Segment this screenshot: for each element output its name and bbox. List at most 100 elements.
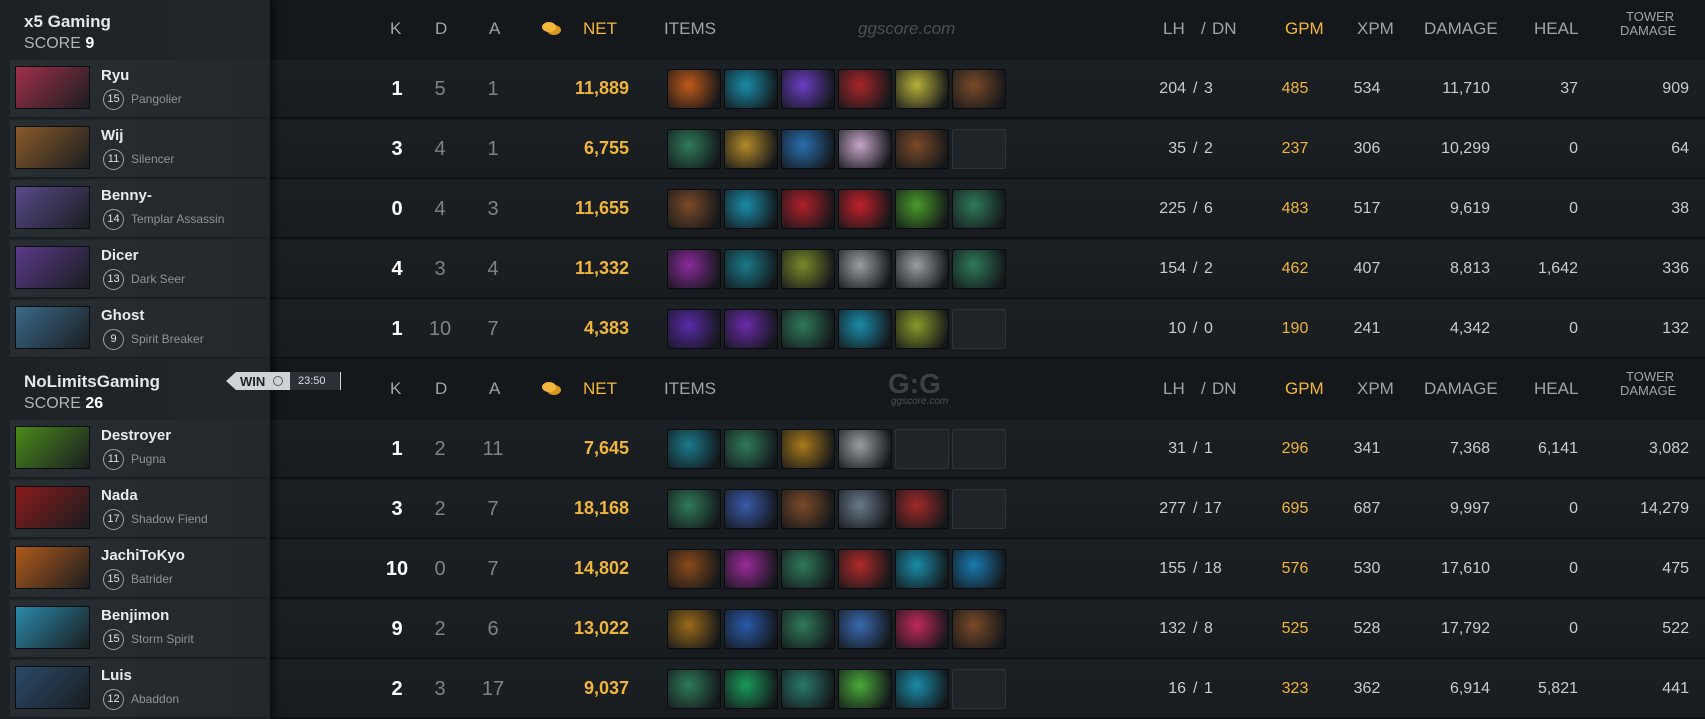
player-card[interactable]: Dicer 13 Dark Seer [10,240,267,298]
stat-assists: 6 [487,618,499,640]
item-slot-icon[interactable] [724,489,778,529]
item-slot-icon[interactable] [781,249,835,289]
item-slot-icon[interactable] [895,309,949,349]
hero-name: Shadow Fiend [131,512,208,526]
item-slot-icon[interactable] [838,69,892,109]
item-slot-icon[interactable] [838,309,892,349]
player-card[interactable]: Nada 17 Shadow Fiend [10,480,267,538]
item-slot-icon[interactable] [781,69,835,109]
item-slot-icon[interactable] [667,429,721,469]
stat-assists: 4 [487,258,499,280]
empty-item-slot [952,309,1006,349]
empty-item-slot [895,429,949,469]
item-slot-icon[interactable] [781,669,835,709]
stat-gpm: 576 [1281,560,1309,577]
empty-item-slot [952,489,1006,529]
item-slot-icon[interactable] [895,69,949,109]
item-slot-icon[interactable] [895,669,949,709]
item-slot-icon[interactable] [895,549,949,589]
player-stats-row: 0 4 3 11,655 225 6 483 517 9,619 0 38 / [270,180,1705,239]
item-slot-icon[interactable] [724,669,778,709]
item-slot-icon[interactable] [895,609,949,649]
item-slot-icon[interactable] [667,69,721,109]
item-slot-icon[interactable] [895,189,949,229]
item-slot-icon[interactable] [724,129,778,169]
item-slot-icon[interactable] [952,549,1006,589]
item-slot-icon[interactable] [895,129,949,169]
stat-denies: 6 [1204,200,1213,217]
player-card[interactable]: Ryu 15 Pangolier [10,60,267,118]
item-slot-icon[interactable] [952,69,1006,109]
item-slot-icon[interactable] [781,189,835,229]
item-slot-icon[interactable] [952,189,1006,229]
hero-level: 13 [103,269,124,290]
item-slot-icon[interactable] [724,249,778,289]
item-slot-icon[interactable] [781,309,835,349]
item-slot-icon[interactable] [667,129,721,169]
item-slot-icon[interactable] [781,489,835,529]
lh-dn-separator: / [1193,140,1198,157]
item-slot-icon[interactable] [895,249,949,289]
stat-xpm: 306 [1353,140,1381,157]
lh-dn-separator: / [1193,680,1198,697]
player-name: Destroyer [101,427,172,444]
item-slot-icon[interactable] [952,249,1006,289]
stat-last-hits: 35 [1168,140,1186,157]
item-slot-icon[interactable] [667,549,721,589]
item-slot-icon[interactable] [667,189,721,229]
item-slot-icon[interactable] [952,609,1006,649]
col-header-heal: HEAL [1534,19,1579,38]
score-value: 9 [85,35,95,52]
stat-kills: 1 [391,438,403,460]
score-label: SCORE [24,395,81,412]
item-slot-icon[interactable] [838,429,892,469]
item-slot-icon[interactable] [838,549,892,589]
item-slot-icon[interactable] [838,189,892,229]
col-header-d: D [435,379,448,398]
player-card[interactable]: Luis 12 Abaddon [10,660,267,718]
stat-gpm: 190 [1281,320,1309,337]
item-slot-icon[interactable] [724,69,778,109]
item-slot-icon[interactable] [667,669,721,709]
player-stats-row: 9 2 6 13,022 132 8 525 528 17,792 0 522 / [270,600,1705,659]
stat-heal: 0 [1569,200,1578,217]
item-slot-icon[interactable] [667,489,721,529]
player-card[interactable]: Destroyer 11 Pugna [10,420,267,478]
item-slot-icon[interactable] [838,129,892,169]
item-slot-icon[interactable] [838,489,892,529]
item-slot-icon[interactable] [838,249,892,289]
stat-net-worth: 11,655 [574,198,629,218]
player-card[interactable]: Wij 11 Silencer [10,120,267,178]
col-header-k: K [390,379,402,398]
hero-portrait [15,606,90,649]
stat-damage: 7,368 [1449,440,1490,457]
player-card[interactable]: Ghost 9 Spirit Breaker [10,300,267,358]
item-slot-icon[interactable] [895,489,949,529]
hero-name: Spirit Breaker [131,332,204,346]
stat-damage: 8,813 [1449,260,1490,277]
hero-name: Pangolier [131,92,182,106]
item-slot-icon[interactable] [781,549,835,589]
item-slot-icon[interactable] [667,249,721,289]
item-slot-icon[interactable] [667,609,721,649]
player-card[interactable]: JachiToKyo 15 Batrider [10,540,267,598]
item-slot-icon[interactable] [838,669,892,709]
item-slot-icon[interactable] [724,609,778,649]
hero-portrait [15,246,90,289]
item-slot-icon[interactable] [724,309,778,349]
item-slot-icon[interactable] [781,609,835,649]
hero-portrait [15,66,90,109]
item-slot-icon[interactable] [667,309,721,349]
player-card[interactable]: Benny- 14 Templar Assassin [10,180,267,238]
hero-name: Abaddon [131,692,180,706]
stat-kills: 0 [391,198,403,220]
item-slot-icon[interactable] [724,549,778,589]
player-card[interactable]: Benjimon 15 Storm Spirit [10,600,267,658]
col-header-tower: TOWER [1626,9,1675,24]
item-slot-icon[interactable] [838,609,892,649]
col-header-gpm: GPM [1285,379,1324,398]
item-slot-icon[interactable] [724,429,778,469]
item-slot-icon[interactable] [781,129,835,169]
item-slot-icon[interactable] [724,189,778,229]
item-slot-icon[interactable] [781,429,835,469]
